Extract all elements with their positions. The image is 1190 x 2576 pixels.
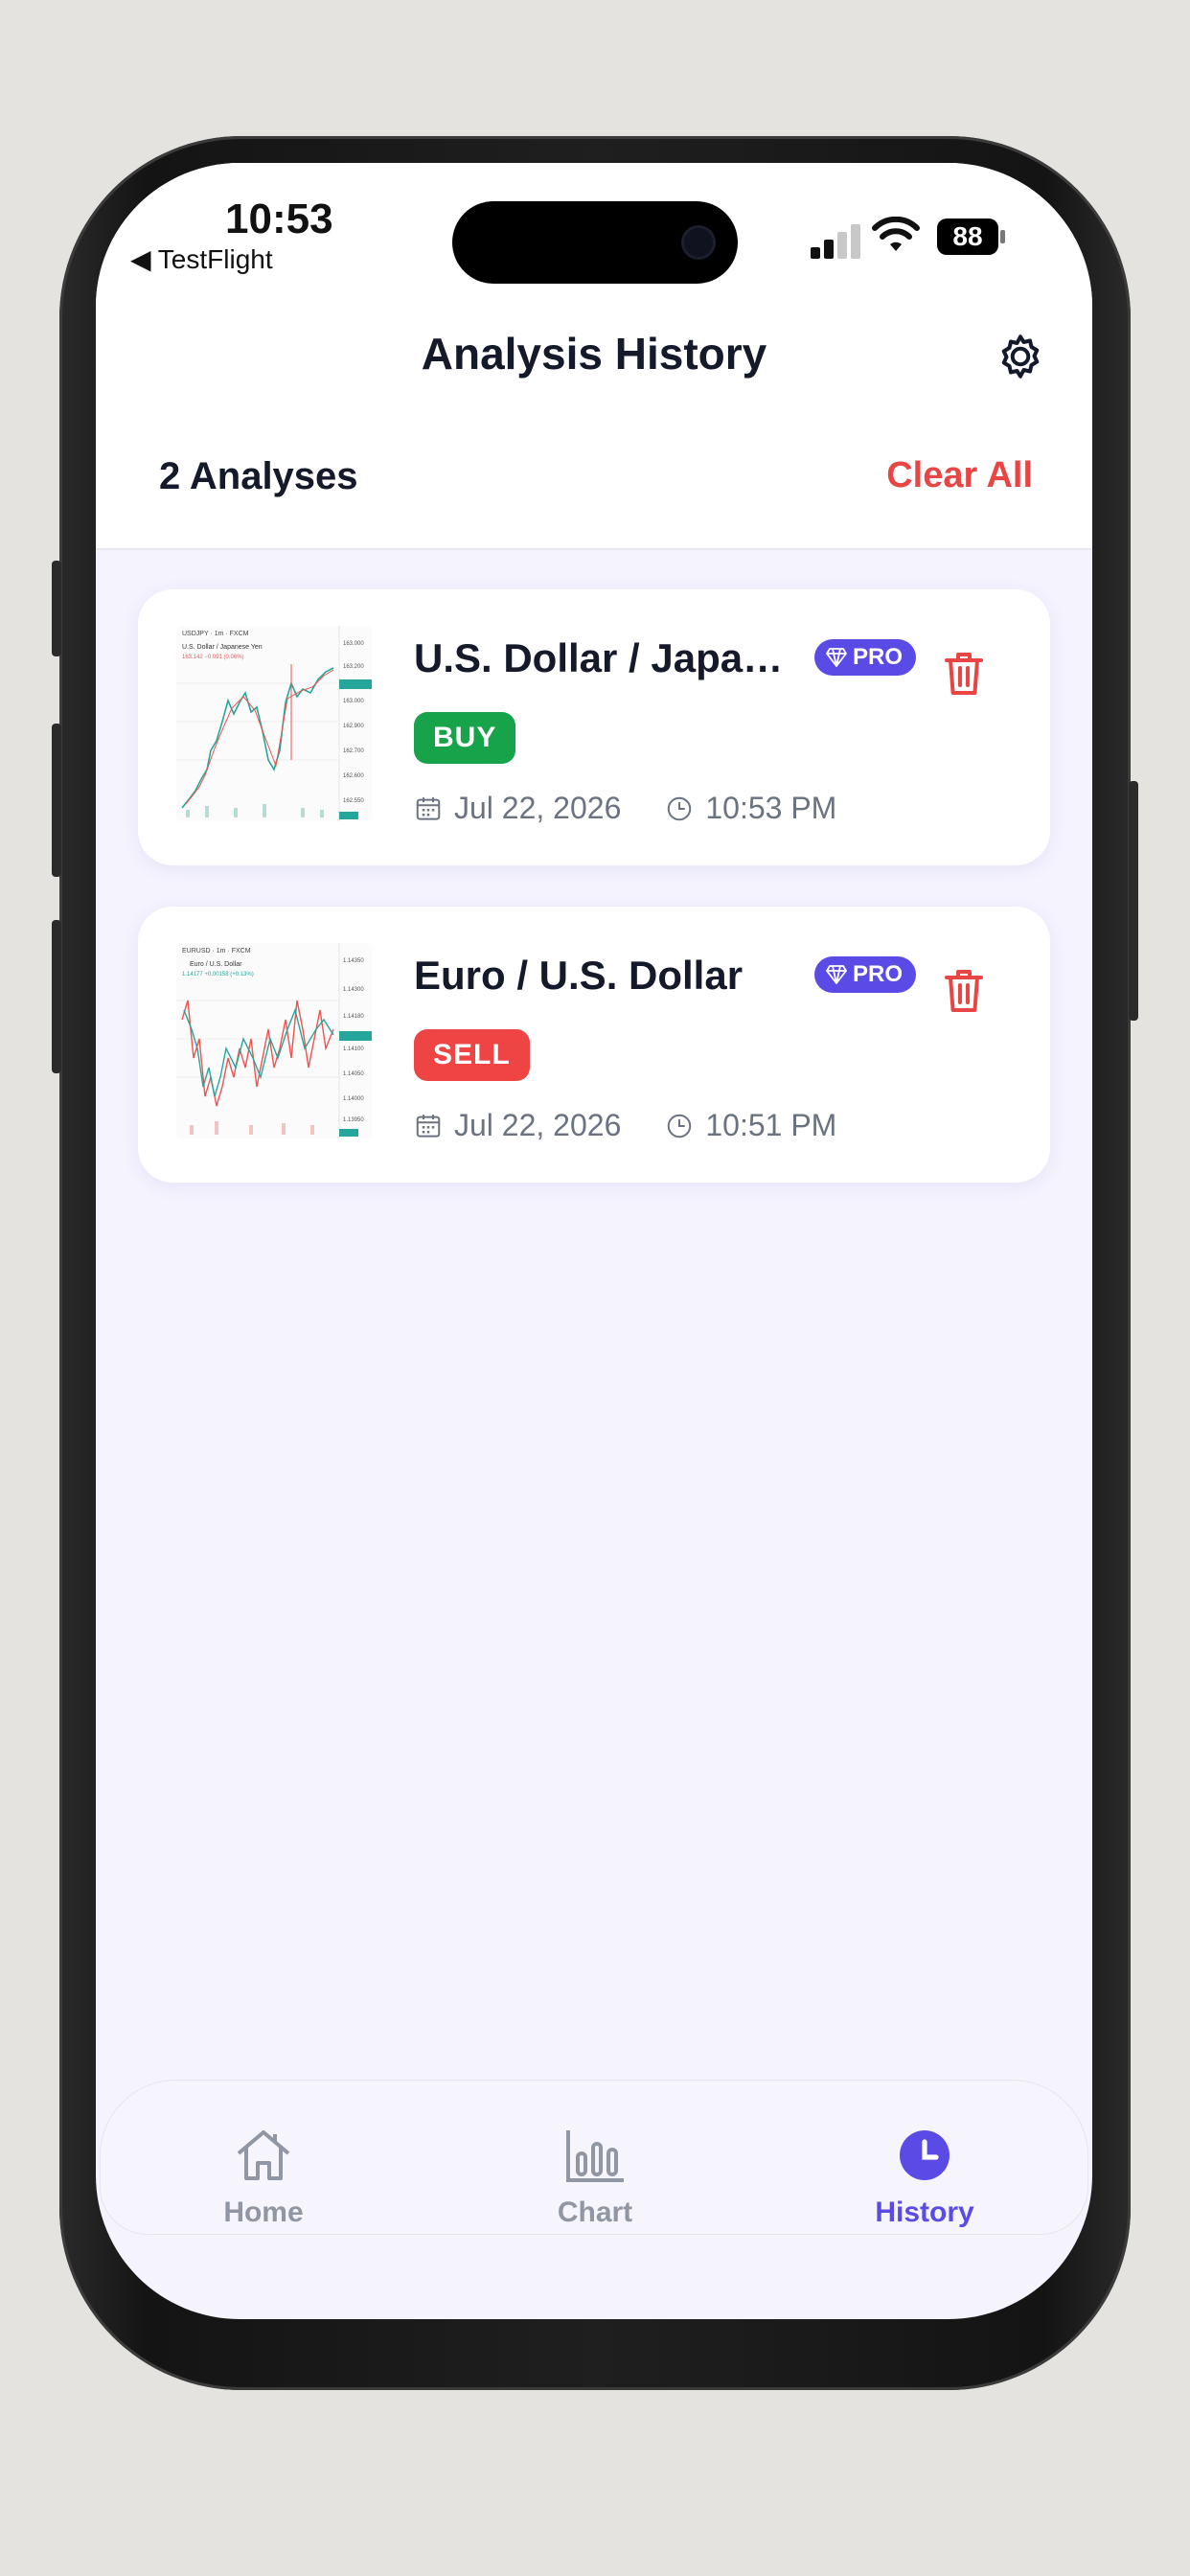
pro-badge: PRO xyxy=(814,956,917,993)
chart-thumbnail: USDJPY · 1m · FXCM U.S. Dollar / Japanes… xyxy=(176,626,372,821)
app-screen: 10:53 ◀ TestFlight 88 Analysis History 2… xyxy=(96,163,1092,2319)
svg-text:162.550: 162.550 xyxy=(343,798,364,804)
diamond-icon xyxy=(826,648,847,667)
svg-text:1.13950: 1.13950 xyxy=(343,1117,364,1123)
tab-chart[interactable]: Chart xyxy=(499,2127,691,2229)
clear-all-button[interactable]: Clear All xyxy=(886,455,1033,496)
svg-text:1.14177 +0.00158 (+0.13%): 1.14177 +0.00158 (+0.13%) xyxy=(182,972,254,978)
svg-text:EURUSD · 1m · FXCM: EURUSD · 1m · FXCM xyxy=(182,948,251,954)
pro-badge-label: PRO xyxy=(853,961,904,987)
battery-indicator: 88 xyxy=(937,218,998,255)
clock-icon xyxy=(900,2130,950,2180)
analysis-card[interactable]: EURUSD · 1m · FXCM Euro / U.S. Dollar 1.… xyxy=(138,907,1050,1183)
svg-text:162.600: 162.600 xyxy=(343,773,364,779)
calendar-icon xyxy=(416,796,441,820)
analysis-card[interactable]: USDJPY · 1m · FXCM U.S. Dollar / Japanes… xyxy=(138,589,1050,865)
tab-label: Home xyxy=(223,2196,304,2228)
camera-icon xyxy=(684,228,713,257)
tab-label: History xyxy=(875,2196,974,2228)
svg-text:1.14050: 1.14050 xyxy=(343,1071,364,1077)
analysis-title: U.S. Dollar / Japan... xyxy=(414,635,797,680)
clock-icon xyxy=(668,1114,692,1138)
power-button xyxy=(1129,781,1138,1021)
svg-text:1.14350: 1.14350 xyxy=(343,958,364,964)
analysis-meta: Jul 22, 2026 10:53 PM xyxy=(414,791,836,826)
svg-text:163.000: 163.000 xyxy=(343,641,364,647)
clock-icon xyxy=(668,796,692,820)
dynamic-island xyxy=(452,201,738,284)
trash-icon[interactable] xyxy=(941,649,987,699)
tab-bar: Home Chart History xyxy=(100,2080,1088,2235)
status-time: 10:53 xyxy=(225,196,333,242)
signal-badge: BUY xyxy=(414,712,516,764)
tab-home[interactable]: Home xyxy=(168,2127,359,2229)
back-to-testflight-link[interactable]: ◀ TestFlight xyxy=(130,243,273,275)
svg-text:163.000: 163.000 xyxy=(343,699,364,704)
volume-up-button xyxy=(52,724,61,877)
svg-text:163.200: 163.200 xyxy=(343,664,364,670)
diamond-icon xyxy=(826,965,847,984)
volume-down-button xyxy=(52,920,61,1073)
trash-icon[interactable] xyxy=(941,966,987,1016)
bar-chart-icon xyxy=(566,2130,624,2182)
svg-text:163.142 −0.091 (0.06%): 163.142 −0.091 (0.06%) xyxy=(182,655,244,660)
svg-text:1.14000: 1.14000 xyxy=(343,1096,364,1102)
svg-text:1.14100: 1.14100 xyxy=(343,1046,364,1052)
battery-cap xyxy=(1000,230,1005,243)
wifi-icon xyxy=(872,217,920,251)
pro-badge-label: PRO xyxy=(853,644,904,670)
page-title: Analysis History xyxy=(421,329,767,379)
svg-text:Euro / U.S. Dollar: Euro / U.S. Dollar xyxy=(190,961,242,968)
signal-badge: SELL xyxy=(414,1029,530,1081)
svg-text:1.14180: 1.14180 xyxy=(343,1014,364,1020)
analyses-count: 2 Analyses xyxy=(159,455,358,497)
cellular-signal-icon xyxy=(811,224,860,259)
svg-text:162.900: 162.900 xyxy=(343,724,364,729)
action-button xyxy=(52,561,61,656)
pro-badge: PRO xyxy=(814,639,917,676)
gear-icon[interactable] xyxy=(992,328,1049,385)
tab-label: Chart xyxy=(557,2196,633,2228)
analysis-date: Jul 22, 2026 xyxy=(454,791,622,825)
analysis-meta: Jul 22, 2026 10:51 PM xyxy=(414,1108,836,1143)
analysis-time: 10:53 PM xyxy=(705,791,837,825)
svg-text:1.14300: 1.14300 xyxy=(343,987,364,993)
analysis-date: Jul 22, 2026 xyxy=(454,1108,622,1142)
home-icon xyxy=(237,2130,290,2180)
analysis-title: Euro / U.S. Dollar xyxy=(414,953,744,998)
svg-text:162.700: 162.700 xyxy=(343,748,364,754)
svg-text:U.S. Dollar / Japanese Yen: U.S. Dollar / Japanese Yen xyxy=(182,644,263,651)
calendar-icon xyxy=(416,1114,441,1138)
analysis-time: 10:51 PM xyxy=(705,1108,837,1142)
tab-history[interactable]: History xyxy=(829,2127,1020,2229)
chart-thumbnail: EURUSD · 1m · FXCM Euro / U.S. Dollar 1.… xyxy=(176,943,372,1138)
svg-text:USDJPY · 1m · FXCM: USDJPY · 1m · FXCM xyxy=(182,631,249,637)
